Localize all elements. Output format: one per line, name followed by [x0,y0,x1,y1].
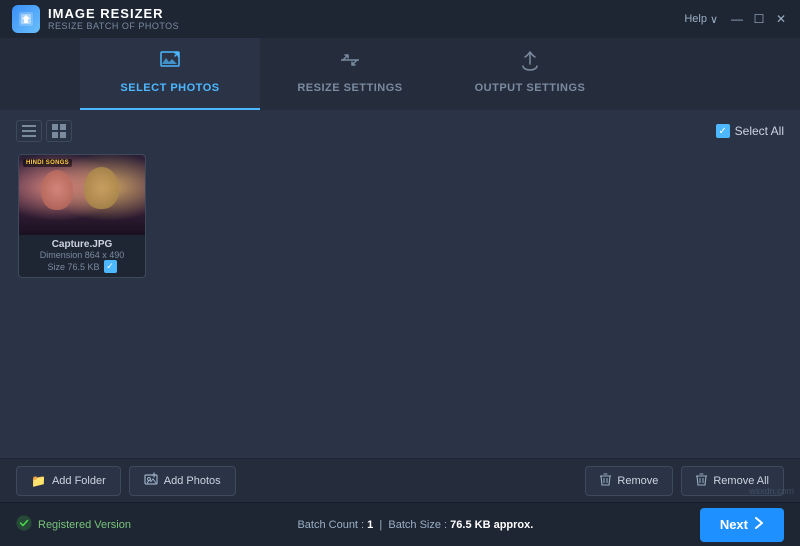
separator: | [379,519,382,531]
status-bar: Registered Version Batch Count : 1 | Bat… [0,502,800,546]
remove-label: Remove [617,475,658,487]
remove-all-icon [696,473,707,489]
add-folder-button[interactable]: 📁 Add Folder [16,466,121,496]
batch-count-value: 1 [367,519,373,531]
tab-select-photos-label: SELECT PHOTOS [120,82,219,94]
action-left: 📁 Add Folder Add Photos [16,466,236,496]
title-bar: IMAGE RESIZER RESIZE BATCH OF PHOTOS Hel… [0,0,800,38]
help-button[interactable]: Help ∨ [684,13,718,26]
select-photos-icon [158,48,182,78]
maximize-button[interactable]: ☐ [752,12,766,26]
thumb-text: HINDI SONGS [23,159,72,167]
batch-size-value: 76.5 KB approx. [450,519,533,531]
tab-resize-settings[interactable]: RESIZE SETTINGS [260,38,440,110]
app-title: IMAGE RESIZER [48,6,179,22]
registered-status: Registered Version [16,515,131,534]
list-view-button[interactable] [16,120,42,142]
tab-select-photos[interactable]: SELECT PHOTOS [80,38,260,110]
photo-dimension: Dimension 864 x 490 [25,250,139,260]
tab-resize-settings-label: RESIZE SETTINGS [297,82,402,94]
next-button[interactable]: Next [700,508,784,542]
select-all-label: Select All [735,124,784,138]
app-icon [12,5,40,33]
tabs-bar: SELECT PHOTOS RESIZE SETTINGS OUTPUT SET… [0,38,800,110]
app-title-group: IMAGE RESIZER RESIZE BATCH OF PHOTOS [48,6,179,32]
view-toolbar: ✓ Select All [16,120,784,142]
select-all-checkbox[interactable]: ✓ [716,124,730,138]
action-bar: 📁 Add Folder Add Photos [0,458,800,502]
close-button[interactable]: ✕ [774,12,788,26]
photo-info: Capture.JPG Dimension 864 x 490 Size 76.… [19,235,145,277]
photo-name: Capture.JPG [25,239,139,250]
add-folder-icon: 📁 [31,474,46,488]
window-controls: — ☐ ✕ [730,12,788,26]
next-label: Next [720,517,748,532]
app-subtitle: RESIZE BATCH OF PHOTOS [48,21,179,32]
photo-select-checkbox[interactable]: ✓ [104,260,117,273]
remove-icon [600,473,611,489]
registered-icon [16,515,32,534]
title-bar-left: IMAGE RESIZER RESIZE BATCH OF PHOTOS [12,5,179,33]
photo-size: Size 76.5 KB ✓ [25,260,139,273]
photo-thumbnail: HINDI SONGS [19,155,146,235]
output-settings-icon [518,48,542,78]
title-bar-right: Help ∨ — ☐ ✕ [684,12,788,26]
remove-all-label: Remove All [713,475,769,487]
next-icon [754,516,764,533]
tab-output-settings[interactable]: OUTPUT SETTINGS [440,38,620,110]
list-item[interactable]: HINDI SONGS Capture.JPG Dimension 864 x … [18,154,146,278]
add-photos-label: Add Photos [164,475,221,487]
batch-info: Batch Count : 1 | Batch Size : 76.5 KB a… [297,519,533,531]
watermark: wsxdn.com [749,486,794,496]
add-folder-label: Add Folder [52,475,106,487]
registered-label: Registered Version [38,519,131,531]
batch-size-label: Batch Size : [388,519,447,531]
photo-grid: HINDI SONGS Capture.JPG Dimension 864 x … [16,150,784,448]
remove-button[interactable]: Remove [585,466,673,496]
select-all-area[interactable]: ✓ Select All [716,124,784,138]
content-area: ✓ Select All HINDI SONGS Capture.JPG Dim… [0,110,800,458]
view-buttons [16,120,72,142]
add-photos-button[interactable]: Add Photos [129,466,236,496]
grid-view-button[interactable] [46,120,72,142]
resize-settings-icon [338,48,362,78]
minimize-button[interactable]: — [730,12,744,26]
batch-count-label: Batch Count : [297,519,364,531]
add-photos-icon [144,472,158,489]
tab-output-settings-label: OUTPUT SETTINGS [475,82,586,94]
